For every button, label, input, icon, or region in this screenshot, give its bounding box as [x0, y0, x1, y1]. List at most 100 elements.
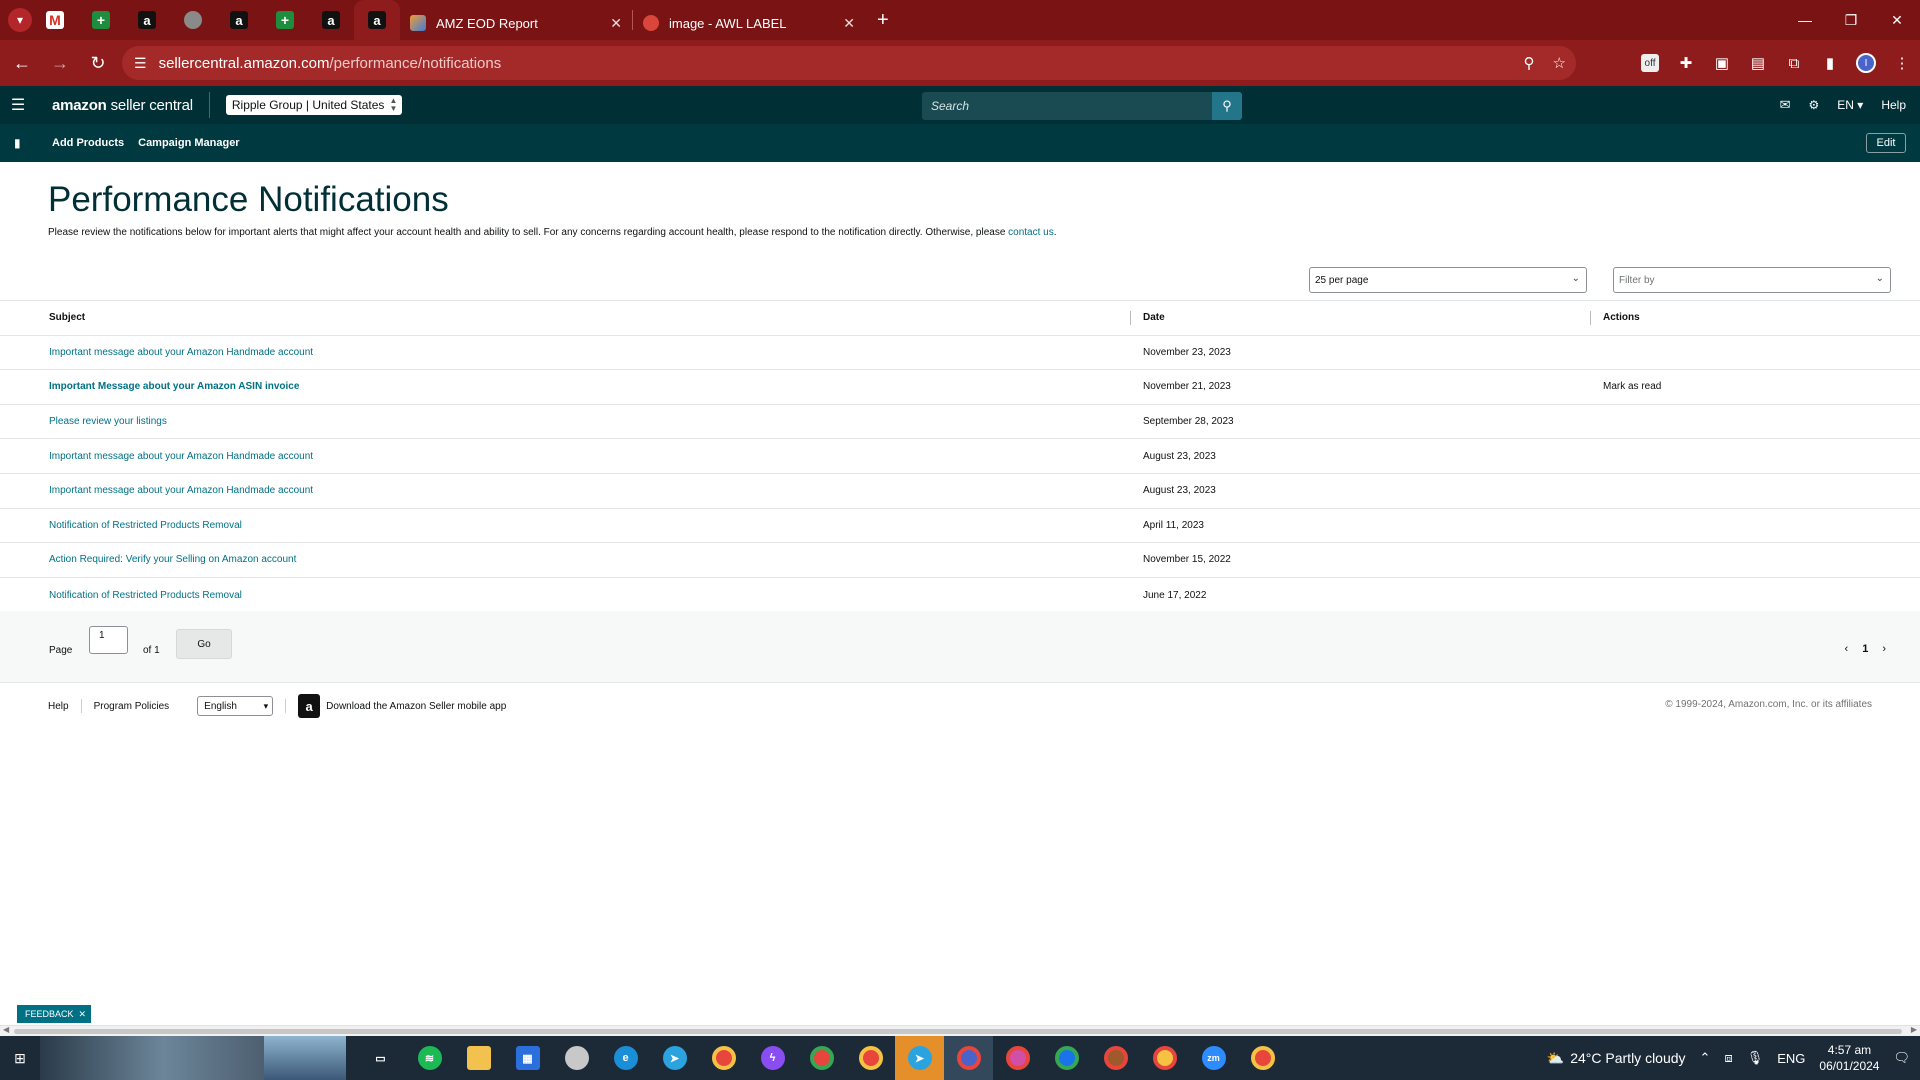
- extension-image-icon[interactable]: ▣: [1704, 54, 1740, 72]
- profile-avatar[interactable]: I: [1848, 53, 1884, 73]
- restore-icon[interactable]: ❐: [1828, 0, 1874, 40]
- chrome-profile-icon[interactable]: [1042, 1036, 1091, 1080]
- account-switcher[interactable]: Ripple Group | United States ▲ ▼: [225, 95, 403, 115]
- notification-subject-link[interactable]: Important Message about your Amazon ASIN…: [49, 370, 299, 404]
- back-icon[interactable]: ←: [6, 47, 38, 79]
- pinned-tab-amazon[interactable]: a: [124, 0, 170, 40]
- game-icon[interactable]: [552, 1036, 601, 1080]
- edge-icon[interactable]: e: [601, 1036, 650, 1080]
- side-panel-icon[interactable]: ▮: [1812, 54, 1848, 72]
- close-icon[interactable]: ✕: [610, 15, 622, 32]
- footer-program-policies-link[interactable]: Program Policies: [94, 701, 170, 712]
- notification-subject-link[interactable]: Action Required: Verify your Selling on …: [49, 543, 296, 577]
- search-input[interactable]: Search: [922, 92, 1212, 120]
- telegram-notification-icon[interactable]: ➤: [895, 1036, 944, 1080]
- contact-us-link[interactable]: contact us: [1008, 227, 1054, 238]
- bookmark-icon[interactable]: ▮: [14, 136, 28, 150]
- notification-subject-link[interactable]: Please review your listings: [49, 405, 167, 439]
- pinned-tab-amazon[interactable]: a: [216, 0, 262, 40]
- menu-icon[interactable]: ☰: [0, 95, 36, 115]
- notifications-icon[interactable]: 🗨: [1893, 1050, 1910, 1066]
- go-button[interactable]: Go: [176, 629, 232, 659]
- bird-thumbnail-icon[interactable]: [264, 1036, 346, 1080]
- tab-search-button[interactable]: ▾: [8, 8, 32, 32]
- zoom-icon[interactable]: ⚲: [1524, 54, 1535, 72]
- filter-select[interactable]: Filter by ⌄: [1613, 267, 1891, 293]
- column-date[interactable]: Date: [1143, 301, 1165, 335]
- chrome-profile-icon[interactable]: [846, 1036, 895, 1080]
- microphone-icon[interactable]: 🎙: [1747, 1050, 1764, 1066]
- messenger-icon[interactable]: ϟ: [748, 1036, 797, 1080]
- new-tab-button[interactable]: +: [877, 9, 889, 32]
- footer-help-link[interactable]: Help: [48, 701, 69, 712]
- browser-menu-icon[interactable]: ⋮: [1884, 54, 1920, 72]
- input-language[interactable]: ENG: [1777, 1051, 1805, 1066]
- clock[interactable]: 4:57 am 06/01/2024: [1819, 1042, 1879, 1074]
- nav-add-products[interactable]: Add Products: [52, 137, 124, 149]
- per-page-select[interactable]: 25 per page ⌄: [1309, 267, 1587, 293]
- feedback-button[interactable]: FEEDBACK ✕: [17, 1005, 92, 1023]
- download-app-link[interactable]: Download the Amazon Seller mobile app: [326, 701, 506, 712]
- reload-icon[interactable]: ↻: [82, 47, 114, 79]
- notification-subject-link[interactable]: Important message about your Amazon Hand…: [49, 336, 313, 370]
- chrome-profile-icon[interactable]: [993, 1036, 1042, 1080]
- close-icon[interactable]: ✕: [843, 15, 855, 32]
- extension-puzzle-icon[interactable]: ✚: [1668, 54, 1704, 72]
- minimize-icon[interactable]: —: [1782, 0, 1828, 40]
- bookmark-star-icon[interactable]: ☆: [1553, 54, 1566, 72]
- extensions-icon[interactable]: ⧉: [1776, 55, 1812, 72]
- extension-off-icon[interactable]: off: [1632, 54, 1668, 72]
- chrome-profile-icon[interactable]: [1238, 1036, 1287, 1080]
- chrome-profile-icon[interactable]: [1140, 1036, 1189, 1080]
- page-number-input[interactable]: 1: [89, 626, 128, 654]
- taskbar-search-thumbnail[interactable]: [40, 1036, 264, 1080]
- footer-language-select[interactable]: English ▾: [197, 696, 274, 716]
- pinned-tab-gmail[interactable]: M: [32, 0, 78, 40]
- spotify-icon[interactable]: ≋: [405, 1036, 454, 1080]
- close-window-icon[interactable]: ✕: [1874, 0, 1920, 40]
- notification-subject-link[interactable]: Notification of Restricted Products Remo…: [49, 578, 242, 613]
- pinned-tab-sheets[interactable]: +: [78, 0, 124, 40]
- chrome-icon[interactable]: [699, 1036, 748, 1080]
- current-page[interactable]: 1: [1862, 643, 1868, 655]
- scroll-left-icon[interactable]: ◀: [3, 1025, 9, 1034]
- mark-as-read-action[interactable]: Mark as read: [1603, 370, 1661, 404]
- chrome-active-icon[interactable]: [944, 1036, 993, 1080]
- scroll-right-icon[interactable]: ▶: [1911, 1025, 1917, 1034]
- file-explorer-icon[interactable]: [454, 1036, 503, 1080]
- edit-nav-button[interactable]: Edit: [1866, 133, 1906, 153]
- camera-icon[interactable]: ⧈: [1724, 1050, 1732, 1066]
- chevron-left-icon[interactable]: ‹: [1845, 643, 1849, 655]
- help-link[interactable]: Help: [1881, 98, 1906, 112]
- pinned-tab-amazon-active[interactable]: a: [354, 0, 400, 40]
- forward-icon[interactable]: →: [44, 47, 76, 79]
- seller-central-logo[interactable]: amazon seller central: [52, 97, 193, 114]
- nav-campaign-manager[interactable]: Campaign Manager: [138, 137, 239, 149]
- pinned-tab-sheets[interactable]: +: [262, 0, 308, 40]
- mail-icon[interactable]: ✉: [1780, 97, 1791, 113]
- pinned-tab-loading[interactable]: [170, 0, 216, 40]
- windows-start-icon[interactable]: ⊞: [0, 1050, 40, 1067]
- notification-subject-link[interactable]: Important message about your Amazon Hand…: [49, 439, 313, 473]
- chevron-up-icon[interactable]: ⌃: [1700, 1050, 1711, 1066]
- chevron-right-icon[interactable]: ›: [1882, 643, 1886, 655]
- task-view-icon[interactable]: ▭: [356, 1036, 405, 1080]
- site-info-icon[interactable]: ☰: [134, 55, 147, 72]
- column-subject[interactable]: Subject: [49, 301, 85, 335]
- scrollbar-thumb[interactable]: [14, 1029, 1902, 1034]
- notification-subject-link[interactable]: Important message about your Amazon Hand…: [49, 474, 313, 508]
- calculator-icon[interactable]: ▦: [503, 1036, 552, 1080]
- notification-subject-link[interactable]: Notification of Restricted Products Remo…: [49, 509, 242, 543]
- tab-amz-eod-report[interactable]: AMZ EOD Report ✕: [400, 6, 632, 40]
- chrome-profile-icon[interactable]: [1091, 1036, 1140, 1080]
- tab-image-awl-label[interactable]: image - AWL LABEL ✕: [633, 6, 865, 40]
- horizontal-scrollbar[interactable]: ◀ ▶: [0, 1025, 1920, 1036]
- chrome-profile-icon[interactable]: [797, 1036, 846, 1080]
- address-bar[interactable]: ☰ sellercentral.amazon.com/performance/n…: [122, 46, 1576, 80]
- close-icon[interactable]: ✕: [79, 1009, 87, 1020]
- zoom-app-icon[interactable]: zm: [1189, 1036, 1238, 1080]
- settings-gear-icon[interactable]: ⚙: [1809, 98, 1820, 112]
- language-selector[interactable]: EN ▾: [1837, 98, 1863, 112]
- weather-widget[interactable]: ⛅ 24°C Partly cloudy: [1547, 1050, 1686, 1067]
- search-button[interactable]: ⚲: [1212, 92, 1242, 120]
